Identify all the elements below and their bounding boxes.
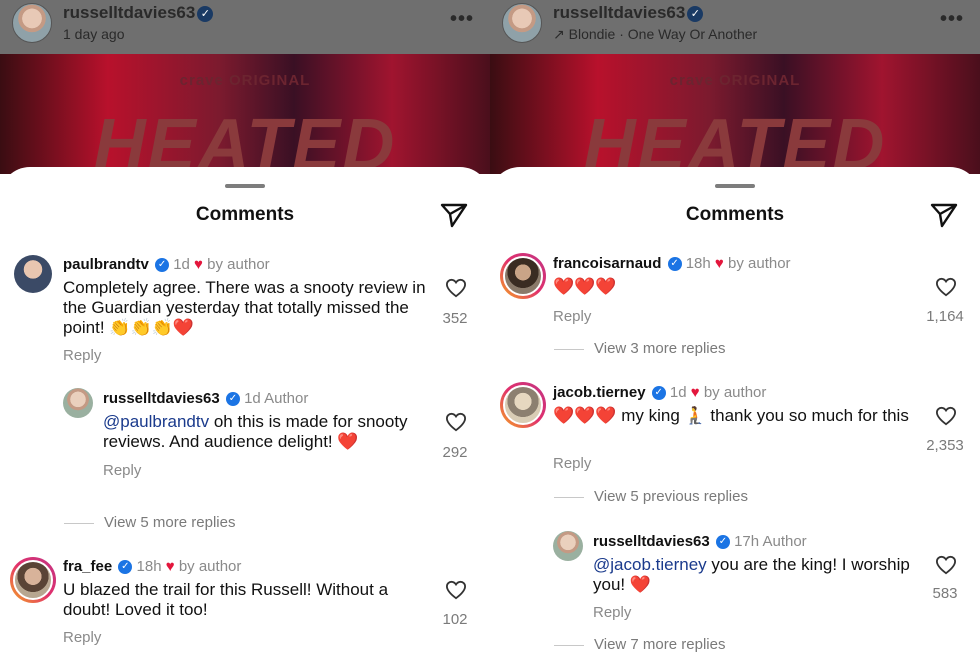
arrow-icon: ↗ (553, 26, 565, 42)
post-username[interactable]: russelltdavies63 ✓ (63, 3, 214, 23)
post-audio[interactable]: ↗ Blondie · One Way Or Another (553, 26, 757, 43)
left-panel: russelltdavies63 ✓ 1 day ago ••• crave OR… (0, 0, 490, 653)
avatar (13, 560, 53, 600)
view-more-replies[interactable]: View 7 more replies (554, 636, 725, 653)
screenshot: russelltdavies63 ✓ 1 day ago ••• crave OR… (0, 0, 980, 653)
right-panel: russelltdavies63 ✓ ↗ Blondie · One Way Or… (490, 0, 980, 653)
post-header: russelltdavies63 ✓ 1 day ago ••• (0, 0, 490, 54)
mention-link[interactable]: @jacob.tierney (593, 555, 707, 574)
author-badge: Author (762, 533, 807, 550)
reply-button[interactable]: Reply (63, 629, 101, 646)
comment-text: @jacob.tierney you are the king! I worsh… (593, 555, 910, 594)
brand-text: crave ORIGINAL (179, 72, 311, 89)
comment-username[interactable]: fra_fee (63, 558, 112, 575)
comment-text: U blazed the trail for this Russell! Wit… (63, 580, 389, 619)
show-title: HEATED (93, 105, 397, 174)
avatar[interactable] (12, 3, 52, 43)
comment-time: 17h (734, 533, 760, 550)
comment-item: fra_fee ✓ 18h ♥ by author U blazed the t… (0, 167, 490, 653)
author-badge: by author (178, 558, 242, 575)
like-count: 583 (932, 585, 958, 602)
comment-item: russelltdavies63 ✓ 17h Author @jacob.tie… (490, 167, 980, 637)
verified-badge-icon: ✓ (715, 535, 730, 550)
avatar-story-ring[interactable] (10, 557, 56, 603)
divider (554, 644, 584, 646)
verified-badge-icon: ✓ (197, 5, 214, 22)
post-time: 1 day ago (63, 26, 125, 42)
post-media: crave ORIGINAL HEATED (0, 54, 490, 174)
post-header: russelltdavies63 ✓ ↗ Blondie · One Way Or… (490, 0, 980, 54)
heart-outline-icon[interactable] (445, 580, 467, 600)
show-title: HEATED (583, 105, 887, 174)
verified-badge-icon: ✓ (687, 5, 704, 22)
comment-meta: fra_fee ✓ 18h ♥ by author (63, 558, 241, 575)
avatar[interactable] (502, 3, 542, 43)
post-username[interactable]: russelltdavies63 ✓ (553, 3, 704, 23)
post-media: crave ORIGINAL HEATED (490, 54, 980, 174)
avatar[interactable] (553, 531, 583, 561)
comment-meta: russelltdavies63 ✓ 17h Author (593, 533, 807, 550)
comment-time: 18h (136, 558, 162, 575)
comments-sheet: Comments francoisarnaud ✓ 18h ♥ by autho… (490, 167, 980, 653)
heart-filled-icon: ♥ (165, 558, 175, 575)
verified-badge-icon: ✓ (118, 560, 133, 575)
reply-button[interactable]: Reply (593, 604, 631, 621)
heart-outline-icon[interactable] (935, 555, 957, 575)
like-count: 102 (442, 611, 468, 628)
comment-username[interactable]: russelltdavies63 (593, 533, 710, 550)
brand-text: crave ORIGINAL (669, 72, 801, 89)
comments-sheet: Comments paulbrandtv ✓ 1d ♥ by author Co… (0, 167, 490, 653)
more-dots-icon[interactable]: ••• (450, 8, 474, 31)
more-dots-icon[interactable]: ••• (940, 8, 964, 31)
